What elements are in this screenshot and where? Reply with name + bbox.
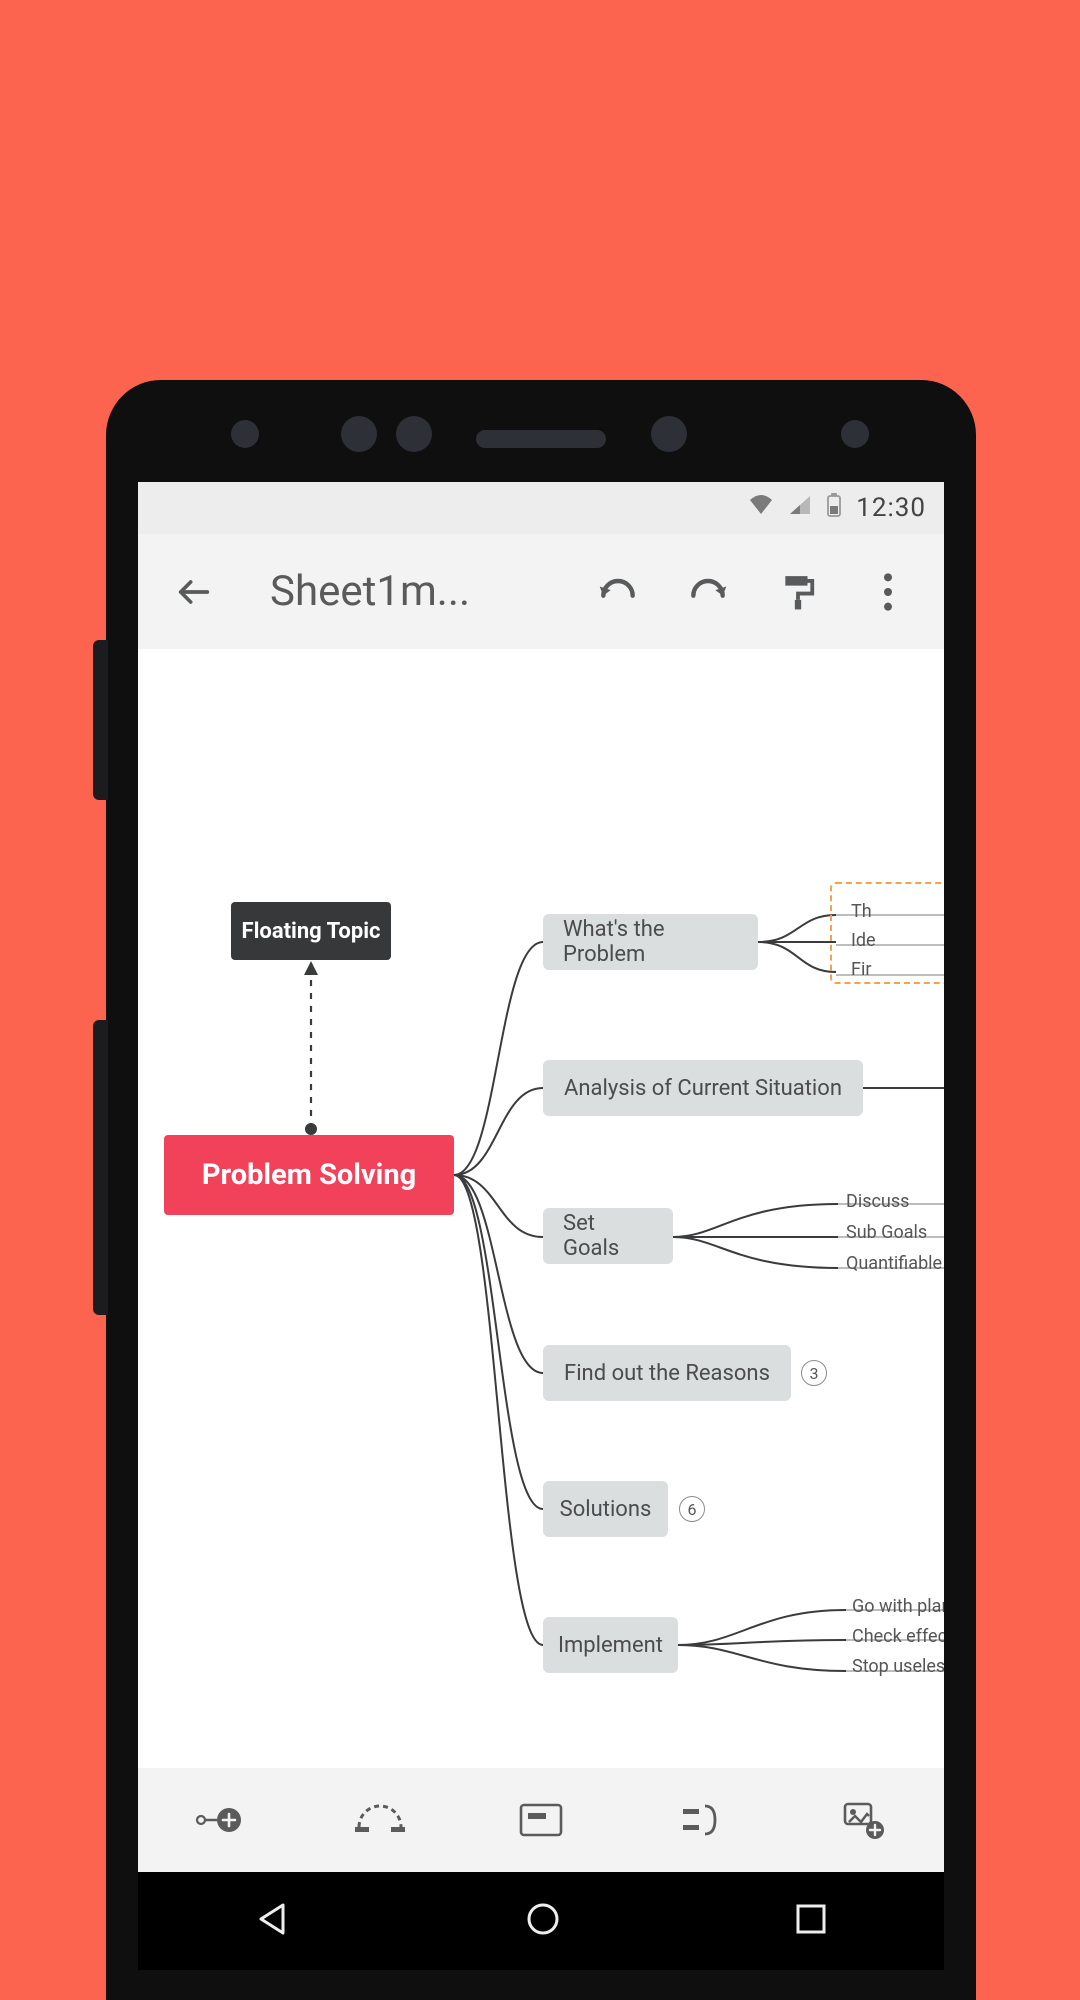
phone-sensor [231,420,259,448]
root-topic-node[interactable]: Problem Solving [164,1135,454,1215]
undo-button[interactable] [590,564,646,620]
signal-icon [788,493,812,523]
add-relationship-button[interactable] [352,1792,408,1848]
wifi-icon [748,493,774,523]
nav-back-button[interactable] [253,1899,293,1943]
child-node-whats-the-problem[interactable]: What's the Problem [543,914,758,970]
add-summary-button[interactable] [674,1792,730,1848]
phone-speaker [476,430,606,448]
child-node-find-out-reasons[interactable]: Find out the Reasons [543,1345,791,1401]
bottom-toolbar [138,1768,944,1872]
add-attachment-button[interactable] [835,1792,891,1848]
screen: 12:30 Sheet1m... [138,482,944,1872]
phone-side-button [93,1020,108,1315]
more-button[interactable] [860,564,916,620]
collapsed-count-badge[interactable]: 6 [679,1496,705,1522]
collapsed-count-badge[interactable]: 3 [801,1360,827,1386]
back-button[interactable] [166,564,222,620]
leaf-node[interactable]: Th [851,901,872,922]
child-node-solutions[interactable]: Solutions [543,1481,668,1537]
nav-home-button[interactable] [523,1899,563,1943]
phone-sensor [341,416,377,452]
leaf-node[interactable]: Check effect of [852,1626,944,1647]
battery-icon [826,492,842,525]
leaf-node[interactable]: Ide [851,930,876,951]
floating-topic-node[interactable]: Floating Topic [231,902,391,960]
clock-text: 12:30 [856,493,926,523]
phone-sensor [396,416,432,452]
mindmap-canvas[interactable]: Floating Topic Problem Solving What's th… [138,649,944,1769]
phone-sensor [841,420,869,448]
leaf-node[interactable]: Discuss [846,1191,909,1212]
leaf-node[interactable]: Quantifiable targe [846,1253,944,1274]
nav-recents-button[interactable] [793,1901,829,1941]
leaf-node[interactable]: Stop useless so [852,1656,944,1677]
add-boundary-button[interactable] [513,1792,569,1848]
redo-button[interactable] [680,564,736,620]
phone-side-button [93,640,108,800]
android-nav-bar [138,1872,944,1970]
app-bar: Sheet1m... [138,534,944,649]
child-node-set-goals[interactable]: Set Goals [543,1208,673,1264]
phone-sensor [651,416,687,452]
page-title: Sheet1m... [270,567,572,616]
child-node-analysis[interactable]: Analysis of Current Situation [543,1060,863,1116]
leaf-node[interactable]: Sub Goals [846,1222,927,1243]
add-subtopic-button[interactable] [191,1792,247,1848]
selection-outline [830,882,944,984]
child-node-implement[interactable]: Implement [543,1617,678,1673]
leaf-node[interactable]: Fir [851,959,871,980]
phone-frame: 12:30 Sheet1m... [106,380,976,2000]
status-bar: 12:30 [138,482,944,534]
format-painter-button[interactable] [770,564,826,620]
leaf-node[interactable]: Go with plans [852,1596,944,1617]
